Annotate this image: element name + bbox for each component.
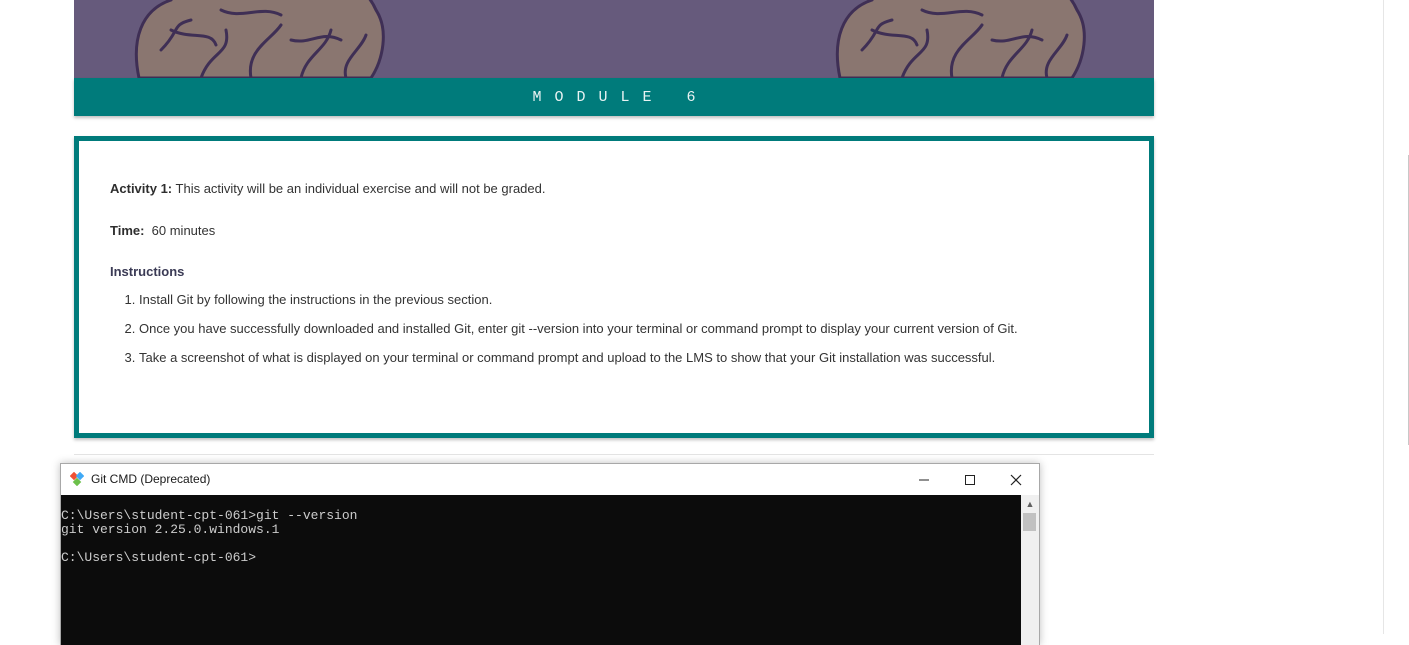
page-scrollbar[interactable] — [1383, 0, 1409, 634]
scroll-up-arrow-icon[interactable]: ▲ — [1021, 495, 1039, 513]
terminal-scroll-thumb[interactable] — [1023, 513, 1036, 531]
instruction-step: Once you have successfully downloaded an… — [139, 320, 1018, 349]
activity-description: This activity will be an individual exer… — [172, 181, 546, 196]
close-icon — [1010, 474, 1022, 485]
instruction-step: Install Git by following the instruction… — [139, 291, 1018, 320]
minimize-button[interactable] — [901, 464, 947, 495]
time-label: Time: — [110, 223, 145, 238]
git-cmd-window[interactable]: Git CMD (Deprecated) C:\Users\student-cp… — [60, 463, 1040, 645]
close-button[interactable] — [993, 464, 1039, 495]
activity-title-line: Activity 1: This activity will be an ind… — [110, 181, 545, 196]
time-value: 60 minutes — [144, 223, 216, 238]
window-title: Git CMD (Deprecated) — [91, 472, 211, 486]
section-divider — [74, 454, 1154, 455]
brain-illustration-left — [134, 0, 385, 78]
terminal-line: C:\Users\student-cpt-061>git --version — [61, 508, 358, 523]
activity-card: Activity 1: This activity will be an ind… — [74, 136, 1154, 438]
maximize-button[interactable] — [947, 464, 993, 495]
terminal-line: C:\Users\student-cpt-061> — [61, 550, 257, 565]
window-titlebar[interactable]: Git CMD (Deprecated) — [61, 464, 1039, 495]
instructions-heading: Instructions — [110, 264, 185, 279]
module-title: MODULE 6 — [74, 78, 1154, 116]
module-banner-image — [74, 0, 1154, 78]
terminal-scrollbar[interactable]: ▲ — [1021, 495, 1039, 645]
brain-illustration-right — [835, 0, 1086, 78]
activity-title-label: Activity 1: — [110, 181, 173, 196]
git-cmd-icon — [70, 472, 84, 486]
maximize-icon — [965, 474, 975, 485]
minimize-icon — [919, 479, 929, 480]
instructions-list: Install Git by following the instruction… — [110, 291, 1018, 378]
instruction-step: Take a screenshot of what is displayed o… — [139, 349, 1018, 378]
terminal-output[interactable]: C:\Users\student-cpt-061>git --version g… — [61, 495, 1021, 645]
activity-time-line: Time: 60 minutes — [110, 223, 215, 238]
terminal-line: git version 2.25.0.windows.1 — [61, 522, 280, 537]
